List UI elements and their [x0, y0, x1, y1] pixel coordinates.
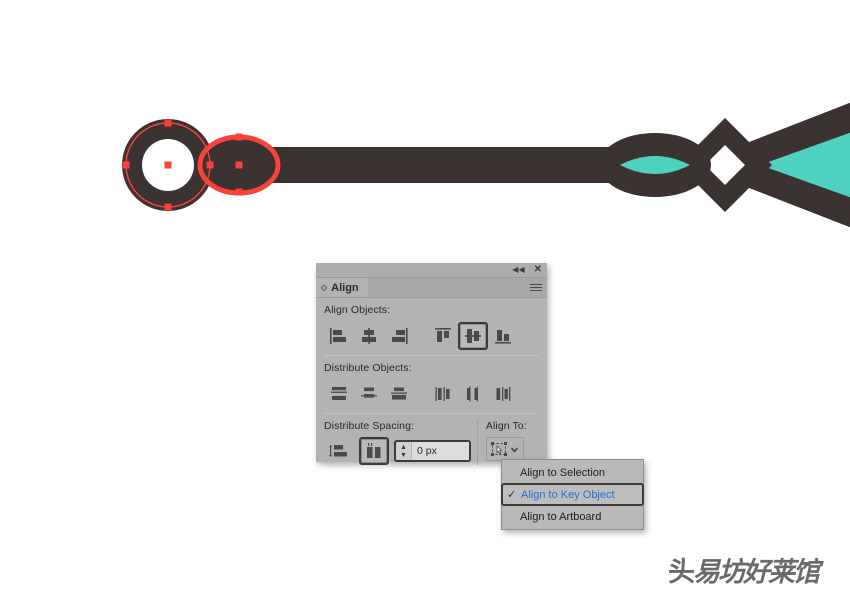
align-to-key-object-icon	[491, 441, 508, 456]
tab-align-label: Align	[331, 281, 359, 294]
align-objects-button-row	[324, 321, 539, 351]
menu-item-align-to-key-object[interactable]: ✓ Align to Key Object	[501, 483, 644, 506]
watermark-text-a: 头	[668, 557, 695, 588]
spacing-stepper[interactable]: ▲ ▼ 0 px	[394, 440, 471, 462]
horizontal-distribute-right-button[interactable]	[488, 380, 518, 408]
horizontal-distribute-left-button[interactable]	[428, 380, 458, 408]
menu-item-label: Align to Selection	[520, 466, 605, 479]
menu-item-label: Align to Artboard	[520, 510, 602, 523]
chevron-down-icon	[511, 447, 519, 453]
vertical-distribute-bottom-button[interactable]	[384, 380, 414, 408]
watermark: 头易坊好莱馆	[668, 550, 820, 589]
chevron-up-icon[interactable]: ▲	[400, 444, 407, 451]
panel-menu-icon[interactable]	[525, 278, 547, 297]
align-to-dropdown-menu[interactable]: Align to Selection ✓ Align to Key Object…	[501, 459, 644, 530]
horizontal-distribute-center-button[interactable]	[458, 380, 488, 408]
align-objects-label: Align Objects:	[324, 304, 391, 316]
close-icon[interactable]: ✕	[534, 265, 542, 275]
divider-2	[324, 413, 539, 414]
divider-1	[324, 355, 539, 356]
diamond-toggle-icon: ◇	[321, 283, 328, 292]
distribute-spacing-row: ▲ ▼ 0 px	[324, 437, 471, 465]
check-icon: ✓	[507, 489, 517, 501]
vertical-align-top-button[interactable]	[428, 322, 458, 350]
horizontal-align-center-button[interactable]	[354, 322, 384, 350]
vertical-align-center-button[interactable]	[458, 322, 488, 350]
distribute-objects-label: Distribute Objects:	[324, 362, 412, 374]
spacing-value-input[interactable]: 0 px	[411, 442, 469, 460]
vertical-distribute-space-button[interactable]	[324, 437, 354, 465]
panel-tab-row: ◇ Align	[316, 278, 547, 298]
menu-item-align-to-artboard[interactable]: Align to Artboard	[502, 506, 643, 527]
align-to-dropdown-button[interactable]	[485, 437, 524, 461]
menu-item-align-to-selection[interactable]: Align to Selection	[502, 462, 643, 483]
vertical-align-bottom-button[interactable]	[488, 322, 518, 350]
vertical-separator	[477, 420, 478, 465]
menu-item-label: Align to Key Object	[521, 488, 615, 501]
tab-align[interactable]: ◇ Align	[316, 278, 368, 297]
align-to-label: Align To:	[485, 420, 527, 432]
horizontal-align-right-button[interactable]	[384, 322, 414, 350]
panel-titlebar[interactable]: ◀◀ ✕	[316, 263, 547, 278]
vertical-distribute-top-button[interactable]	[324, 380, 354, 408]
watermark-text-b: 易坊好莱馆	[693, 557, 820, 588]
horizontal-distribute-space-button[interactable]	[359, 437, 389, 465]
collapse-double-left-icon[interactable]: ◀◀	[512, 266, 524, 274]
artwork-bar	[238, 147, 658, 183]
chevron-down-icon[interactable]: ▼	[400, 452, 407, 459]
horizontal-align-left-button[interactable]	[324, 322, 354, 350]
distribute-objects-button-row	[324, 379, 539, 409]
align-panel[interactable]: ◀◀ ✕ ◇ Align Align Objects: Distribute O…	[316, 263, 547, 465]
tab-filler	[368, 278, 525, 297]
stepper-arrows[interactable]: ▲ ▼	[396, 444, 411, 459]
distribute-spacing-label: Distribute Spacing:	[324, 420, 415, 432]
distribute-spacing-column: Distribute Spacing: ▲ ▼ 0 px	[324, 420, 471, 465]
vertical-distribute-center-button[interactable]	[354, 380, 384, 408]
panel-body: Align Objects: Distribute Objects:	[316, 298, 547, 414]
